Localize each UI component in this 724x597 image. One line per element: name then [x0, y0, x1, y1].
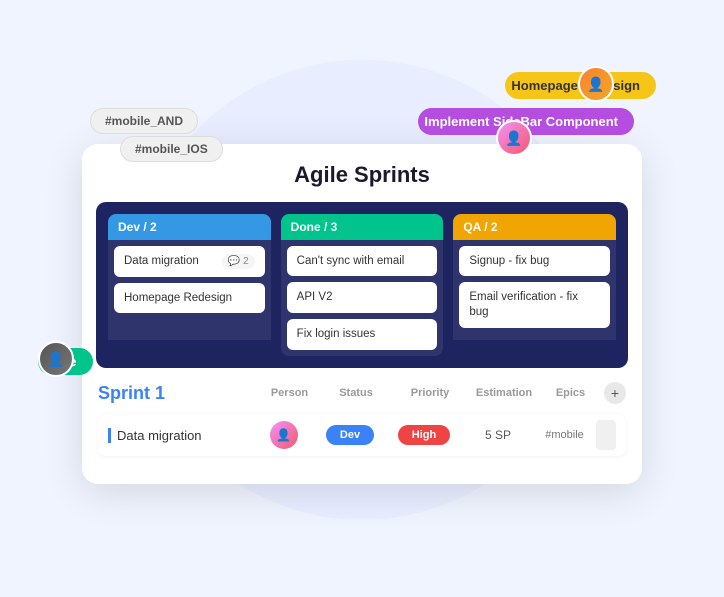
- col-label-priority: Priority: [395, 387, 465, 399]
- sprint-row-estimation: 5 SP: [463, 428, 533, 442]
- add-sprint-button[interactable]: +: [604, 382, 626, 404]
- sprint-column-labels: Person Status Priority Estimation Epics: [262, 387, 598, 399]
- col-dev-header: Dev / 2: [108, 214, 271, 240]
- avatar-top-right: 👤: [578, 66, 614, 102]
- col-done-header: Done / 3: [281, 214, 444, 240]
- kanban-card-text: API V2: [297, 290, 333, 305]
- sprint-row-person: 👤: [256, 421, 311, 449]
- priority-pill-high: High: [398, 425, 450, 445]
- kanban-card-text: Can't sync with email: [297, 254, 405, 269]
- col-label-estimation: Estimation: [469, 387, 539, 399]
- person-avatar: 👤: [270, 421, 298, 449]
- kanban-card[interactable]: Email verification - fix bug: [459, 282, 610, 328]
- kanban-column-qa: QA / 2 Signup - fix bug Email verificati…: [453, 214, 616, 357]
- kanban-card[interactable]: Fix login issues: [287, 319, 438, 350]
- estimation-value: 5 SP: [485, 428, 511, 442]
- tag-mobile-and: #mobile_AND: [90, 108, 198, 134]
- card-title: Agile Sprints: [102, 162, 622, 188]
- sprint-row: Data migration 👤 Dev High 5 SP #mobile: [98, 414, 626, 456]
- kanban-card-text: Data migration: [124, 254, 199, 269]
- kanban-column-done: Done / 3 Can't sync with email API V2 Fi…: [281, 214, 444, 357]
- status-pill-dev: Dev: [326, 425, 374, 445]
- col-label-status: Status: [321, 387, 391, 399]
- comment-count: 2: [243, 256, 249, 267]
- avatar-left: 👤: [38, 341, 74, 377]
- sprint-row-name: Data migration: [108, 428, 252, 443]
- col-dev-body: Data migration 💬 2 Homepage Redesign: [108, 240, 271, 340]
- sprint-row-status[interactable]: Dev: [315, 425, 385, 445]
- sprint-row-scroll: [596, 420, 616, 450]
- kanban-card[interactable]: Homepage Redesign: [114, 283, 265, 314]
- comment-badge: 💬 2: [222, 254, 255, 269]
- kanban-card-text: Signup - fix bug: [469, 254, 549, 269]
- kanban-board: Dev / 2 Data migration 💬 2 Homepage Rede…: [96, 202, 628, 369]
- col-done-body: Can't sync with email API V2 Fix login i…: [281, 240, 444, 357]
- sprint-row-epics: #mobile: [537, 429, 592, 441]
- kanban-card[interactable]: Can't sync with email: [287, 246, 438, 277]
- sprint-row-priority[interactable]: High: [389, 425, 459, 445]
- kanban-column-dev: Dev / 2 Data migration 💬 2 Homepage Rede…: [108, 214, 271, 357]
- kanban-card[interactable]: API V2: [287, 282, 438, 313]
- main-card: Agile Sprints Dev / 2 Data migration 💬 2…: [82, 144, 642, 484]
- comment-icon: 💬: [228, 256, 240, 267]
- epics-value: #mobile: [545, 429, 584, 441]
- sprint-section: Sprint 1 Person Status Priority Estimati…: [82, 382, 642, 472]
- kanban-card-text: Email verification - fix bug: [469, 290, 600, 320]
- kanban-card-text: Homepage Redesign: [124, 291, 232, 306]
- avatar-middle: 👤: [496, 120, 532, 156]
- kanban-card[interactable]: Signup - fix bug: [459, 246, 610, 277]
- col-label-person: Person: [262, 387, 317, 399]
- badge-homepage-label: Homepage Redesign: [511, 78, 640, 93]
- sprint-title: Sprint 1: [98, 383, 165, 404]
- col-qa-body: Signup - fix bug Email verification - fi…: [453, 240, 616, 340]
- kanban-card[interactable]: Data migration 💬 2: [114, 246, 265, 277]
- sprint-header: Sprint 1 Person Status Priority Estimati…: [98, 382, 626, 404]
- col-label-epics: Epics: [543, 387, 598, 399]
- kanban-card-text: Fix login issues: [297, 327, 376, 342]
- col-qa-header: QA / 2: [453, 214, 616, 240]
- tag-mobile-ios: #mobile_IOS: [120, 136, 223, 162]
